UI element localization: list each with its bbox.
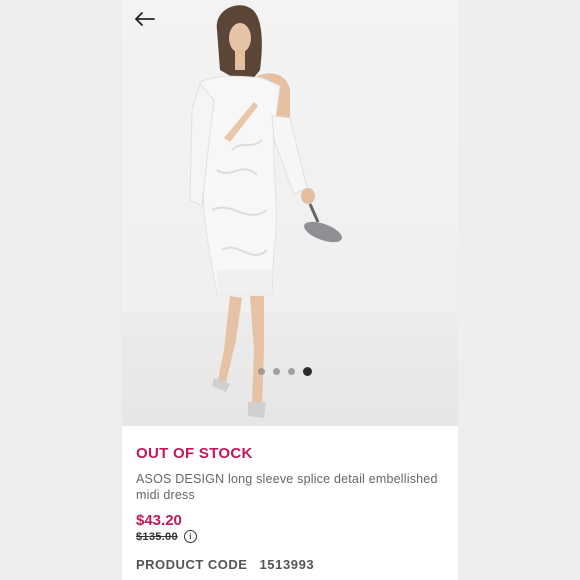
stock-status: OUT OF STOCK bbox=[136, 445, 253, 462]
gallery-dot-1[interactable] bbox=[258, 367, 265, 375]
current-price: $43.20 bbox=[136, 512, 182, 529]
product-code-label: PRODUCT CODE bbox=[136, 557, 248, 572]
info-icon[interactable]: i bbox=[183, 530, 197, 543]
product-code-row: PRODUCT CODE 1513993 bbox=[136, 557, 446, 572]
product-photo bbox=[189, 5, 342, 418]
left-backdrop bbox=[0, 0, 122, 580]
back-button[interactable] bbox=[134, 10, 156, 28]
right-backdrop bbox=[458, 0, 580, 580]
product-info: OUT OF STOCK ASOS DESIGN long sleeve spl… bbox=[136, 445, 446, 572]
was-price: $135.00 bbox=[136, 530, 178, 543]
product-card: OUT OF STOCK ASOS DESIGN long sleeve spl… bbox=[122, 0, 458, 580]
gallery-dot-4-active[interactable] bbox=[303, 366, 312, 376]
product-title: ASOS DESIGN long sleeve splice detail em… bbox=[136, 472, 438, 502]
was-price-row: $135.00 i bbox=[136, 530, 446, 543]
product-image-gallery[interactable] bbox=[122, 0, 458, 426]
gallery-dot-2[interactable] bbox=[273, 367, 280, 375]
product-code-value: 1513993 bbox=[259, 557, 315, 572]
gallery-pagination bbox=[258, 366, 312, 376]
arrow-left-icon bbox=[135, 12, 155, 26]
gallery-dot-3[interactable] bbox=[288, 367, 295, 375]
